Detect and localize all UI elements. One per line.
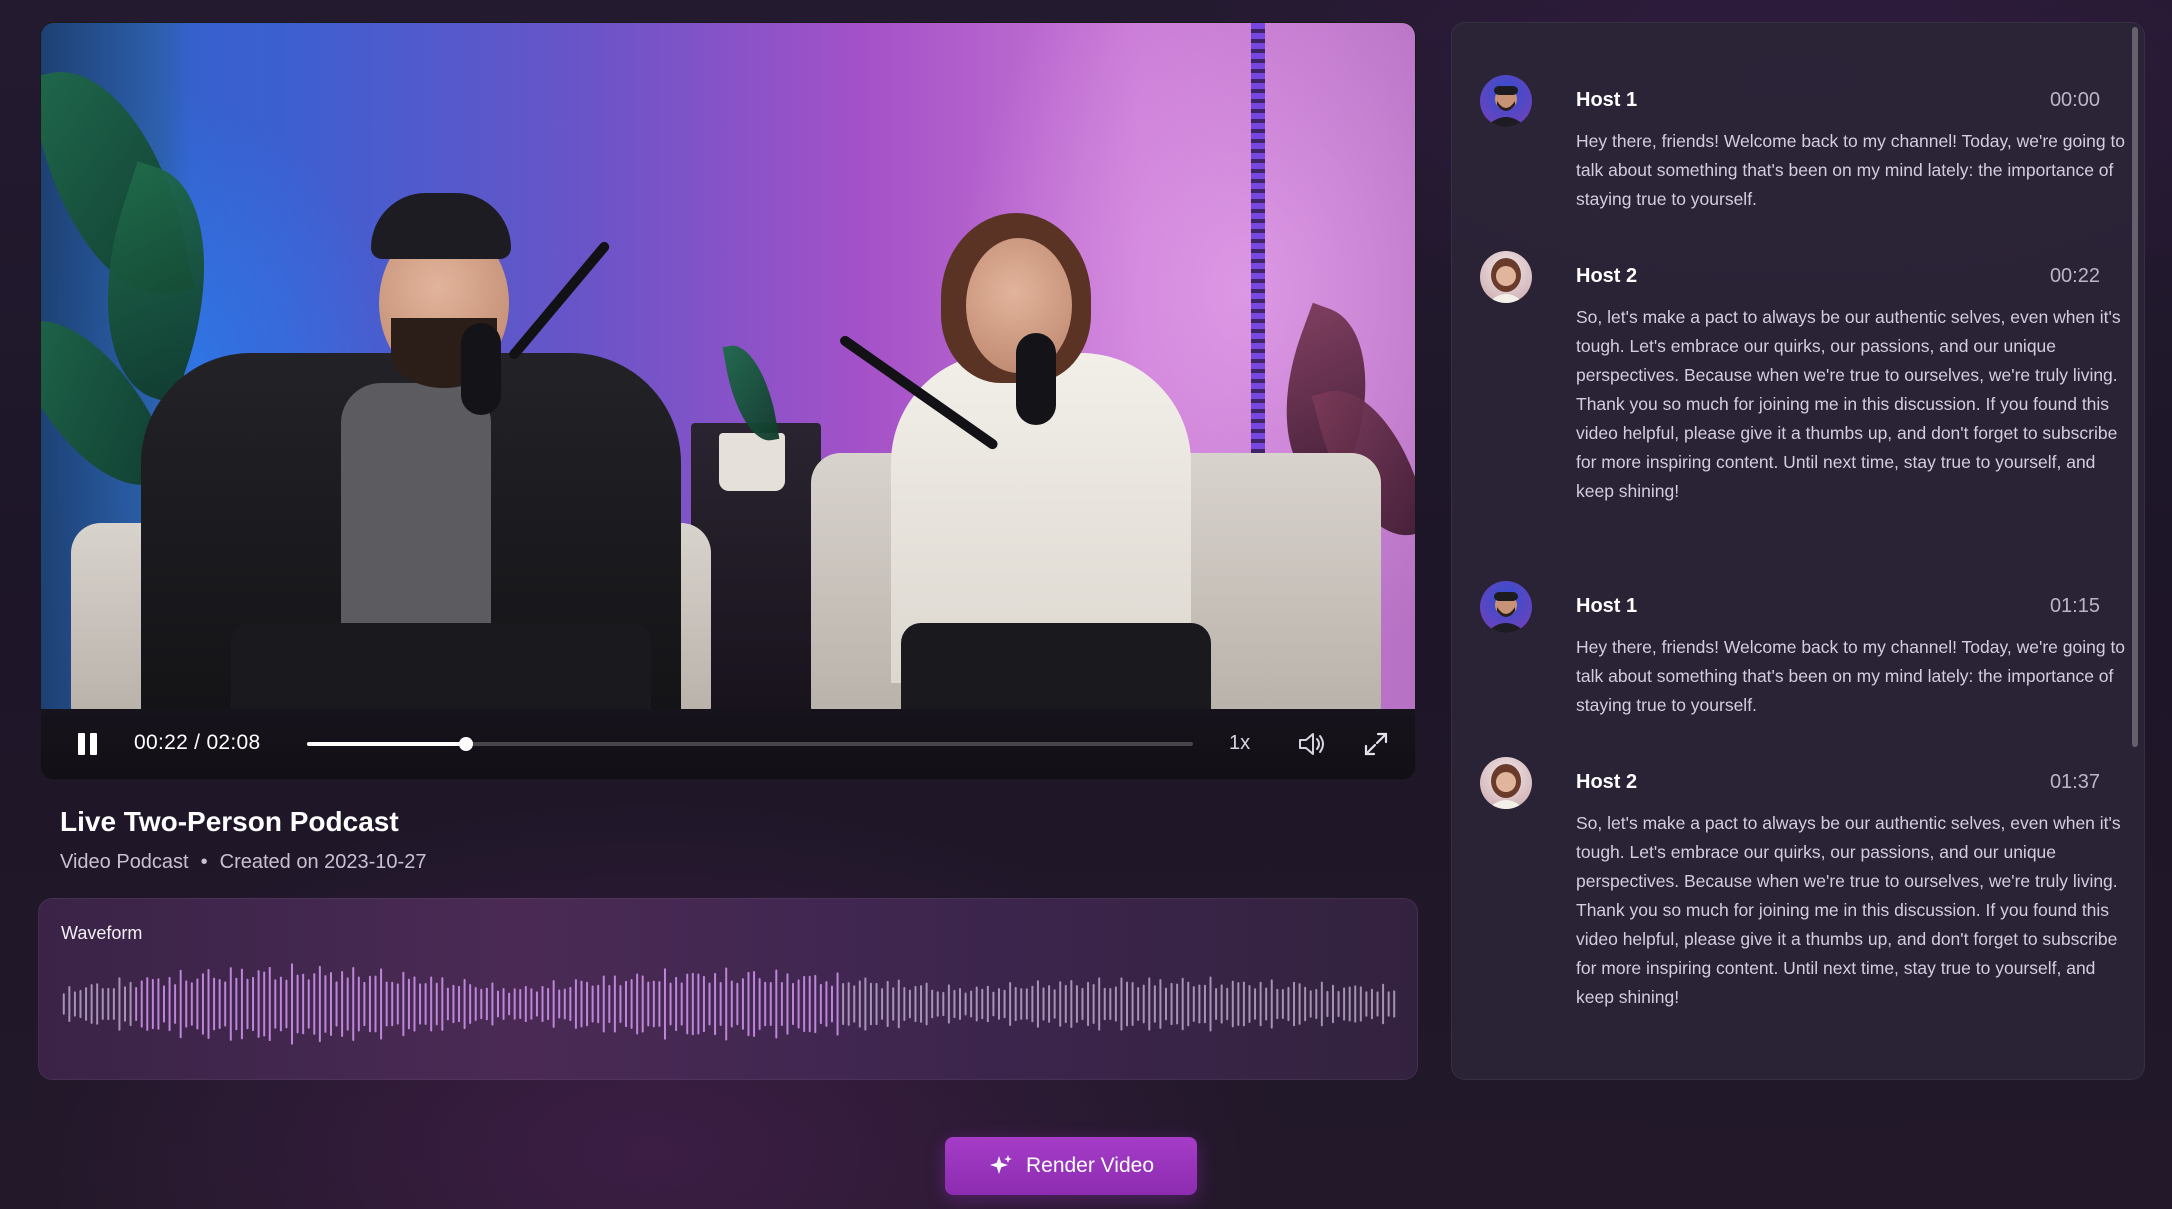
entry-timestamp[interactable]: 00:00 (2050, 89, 2100, 112)
time-display: 00:22 / 02:08 (134, 731, 261, 754)
pause-button[interactable] (75, 731, 101, 757)
avatar (1480, 251, 1532, 303)
host1-legs (231, 623, 651, 709)
entry-timestamp[interactable]: 01:15 (2050, 595, 2100, 618)
volume-button[interactable] (1296, 729, 1328, 759)
host1-shirt (341, 383, 491, 643)
entry-text: So, let's make a pact to always be our a… (1576, 809, 2136, 1012)
entry-paragraph: Hey there, friends! Welcome back to my c… (1576, 637, 2126, 715)
host2-avatar-icon (1488, 764, 1524, 809)
avatar (1480, 75, 1532, 127)
speaker-name: Host 1 (1576, 89, 1638, 111)
host1-avatar-icon (1486, 592, 1526, 633)
avatar (1480, 581, 1532, 633)
waveform-graph[interactable] (61, 949, 1397, 1059)
host2-mic (1016, 333, 1056, 425)
speaker-name: Host 2 (1576, 771, 1638, 793)
sparkle-icon (989, 1155, 1012, 1174)
video-player[interactable]: 00:22 / 02:08 1x (40, 22, 1416, 780)
host2-legs (901, 623, 1211, 709)
mic-arm (507, 239, 612, 362)
speaker-name: Host 2 (1576, 265, 1638, 287)
video-meta: Video Podcast • Created on 2023-10-27 (60, 851, 426, 874)
entry-text: Hey there, friends! Welcome back to my c… (1576, 633, 2136, 720)
waveform-label: Waveform (61, 923, 143, 943)
entry-timestamp[interactable]: 01:37 (2050, 771, 2100, 794)
video-frame[interactable] (41, 23, 1415, 709)
volume-icon (1299, 733, 1324, 755)
pause-icon (90, 733, 97, 755)
video-type: Video Podcast (60, 851, 189, 873)
render-video-label: Render Video (1025, 1154, 1155, 1177)
host1-mic (461, 323, 501, 415)
playback-speed-button[interactable]: 1x (1229, 732, 1250, 755)
fullscreen-button[interactable] (1361, 729, 1391, 759)
waveform-panel[interactable]: Waveform (38, 898, 1418, 1080)
meta-separator: • (200, 851, 208, 873)
entry-paragraph: Hey there, friends! Welcome back to my c… (1576, 131, 2126, 209)
host2-avatar-icon (1488, 258, 1524, 303)
seek-bar[interactable] (307, 737, 1193, 751)
seek-bar-fill (307, 742, 467, 746)
entry-paragraph: So, let's make a pact to always be our a… (1576, 307, 2121, 385)
entry-paragraph: So, let's make a pact to always be our a… (1576, 813, 2121, 891)
entry-text: So, let's make a pact to always be our a… (1576, 303, 2136, 506)
entry-text: Hey there, friends! Welcome back to my c… (1576, 127, 2136, 214)
pause-icon (78, 733, 85, 755)
entry-paragraph: Thank you so much for joining me in this… (1576, 394, 2118, 501)
avatar (1480, 757, 1532, 809)
seek-handle[interactable] (459, 737, 474, 751)
entry-paragraph: Thank you so much for joining me in this… (1576, 900, 2118, 1007)
fullscreen-icon (1364, 732, 1388, 756)
video-title: Live Two-Person Podcast (60, 806, 399, 837)
plant-pot (719, 433, 785, 491)
transcript-panel[interactable]: Host 1 00:00 Hey there, friends! Welcome… (1451, 22, 2145, 1080)
speaker-name: Host 1 (1576, 595, 1638, 617)
created-date: Created on 2023-10-27 (219, 851, 427, 873)
entry-timestamp[interactable]: 00:22 (2050, 265, 2100, 288)
player-controls: 00:22 / 02:08 1x (41, 709, 1415, 779)
render-video-button[interactable]: Render Video (945, 1137, 1197, 1195)
host1-avatar-icon (1486, 86, 1526, 127)
